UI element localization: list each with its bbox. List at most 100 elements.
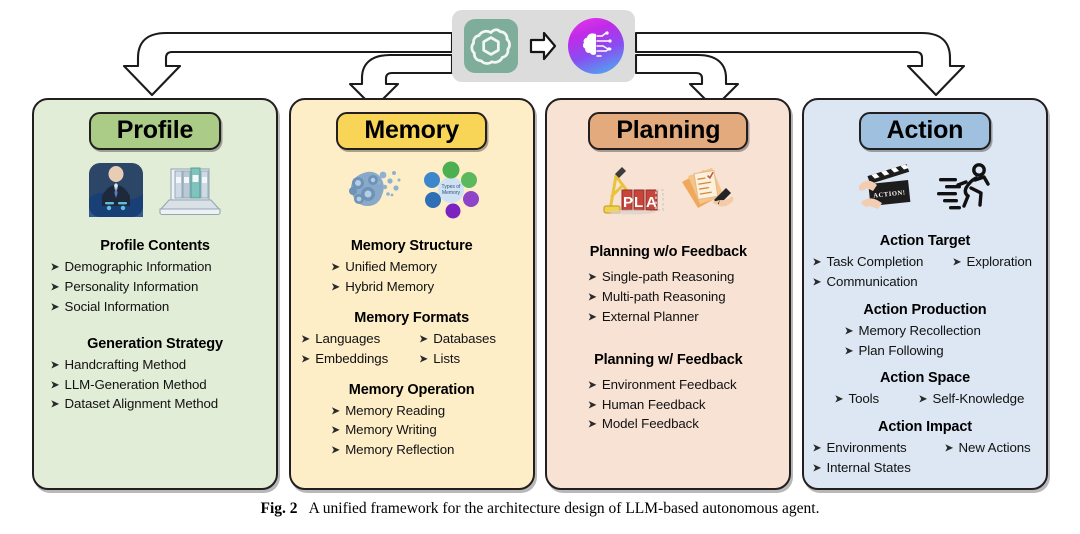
bullet-list: ➤ Single-path Reasoning ➤ Multi-path Rea… <box>553 268 783 327</box>
bullet-list: ➤ Environments ➤ New Actions ➤ Internal … <box>810 439 1040 478</box>
svg-text:L: L <box>634 194 643 211</box>
section-heading: Generation Strategy <box>87 335 223 352</box>
list-item[interactable]: ➤ Environments <box>812 439 930 458</box>
list-item[interactable]: ➤ Internal States <box>812 459 911 478</box>
panel-profile[interactable]: Profile Profile Contents ➤ Demographic I… <box>32 98 278 490</box>
list-item-label: New Actions <box>958 440 1031 456</box>
list-item[interactable]: ➤ Exploration <box>952 253 1032 272</box>
panel-body-planning: Planning w/o Feedback ➤ Single-path Reas… <box>553 231 783 478</box>
notes-writing-hand-icon <box>678 162 738 223</box>
section-action-space: Action Space ➤ Tools ➤ Self-Knowledge <box>810 363 1040 409</box>
list-item[interactable]: ➤ Personality Information <box>50 278 198 297</box>
list-item[interactable]: ➤ Task Completion <box>812 253 938 272</box>
list-item[interactable]: ➤ Memory Reading <box>330 402 446 421</box>
list-item[interactable]: ➤ Handcrafting Method <box>50 356 186 375</box>
chevron-right-icon: ➤ <box>50 379 60 391</box>
list-row: ➤ Languages ➤ Databases <box>301 330 496 349</box>
svg-text:Memory: Memory <box>442 190 461 196</box>
list-row: ➤ Embeddings ➤ Lists <box>301 350 460 369</box>
list-item[interactable]: ➤ Memory Reflection <box>331 441 455 460</box>
list-item[interactable]: ➤ LLM-Generation Method <box>50 376 207 395</box>
chevron-right-icon: ➤ <box>50 301 60 314</box>
figure-container: Profile Profile Contents ➤ Demographic I… <box>0 0 1080 534</box>
list-row: ➤ Internal States <box>812 459 911 478</box>
list-item-label: Demographic Information <box>64 259 212 274</box>
list-item[interactable]: ➤ Plan Following <box>844 342 944 361</box>
list-item-label: Lists <box>433 350 461 366</box>
chevron-right-icon: ➤ <box>811 276 822 289</box>
panel-memory[interactable]: Memory Types of Memory Memory Structure … <box>288 98 535 490</box>
panel-icons-action: ACTION! <box>810 159 1040 220</box>
chevron-right-icon: ➤ <box>50 281 60 294</box>
list-item[interactable]: ➤ Environment Feedback <box>587 376 736 395</box>
panel-icons-memory: Types of Memory <box>297 159 527 225</box>
chevron-right-icon: ➤ <box>330 281 341 294</box>
types-of-memory-diagram-icon: Types of Memory <box>419 160 483 225</box>
list-item-label: Task Completion <box>826 253 924 269</box>
chevron-right-icon: ➤ <box>330 444 341 457</box>
section-action-impact: Action Impact ➤ Environments ➤ New Actio… <box>810 412 1040 478</box>
list-item[interactable]: ➤ Model Feedback <box>587 415 699 434</box>
chevron-right-icon: ➤ <box>418 353 429 366</box>
section-heading: Planning w/o Feedback <box>589 244 747 260</box>
chevron-right-icon: ➤ <box>330 405 341 417</box>
section-memory-formats: Memory Formats ➤ Languages ➤ Databases ➤… <box>297 303 527 369</box>
figure-caption-text: A unified framework for the architecture… <box>308 500 820 517</box>
list-item[interactable]: ➤ Unified Memory <box>331 258 437 277</box>
panel-icons-planning: PLA <box>553 159 783 225</box>
list-item[interactable]: ➤ Human Feedback <box>587 396 705 415</box>
list-item[interactable]: ➤ Embeddings <box>301 350 405 369</box>
list-item[interactable]: ➤ Single-path Reasoning <box>587 268 734 287</box>
section-heading: Memory Structure <box>350 238 473 254</box>
list-item[interactable]: ➤ External Planner <box>587 308 698 327</box>
list-item[interactable]: ➤ Self-Knowledge <box>918 390 1024 409</box>
list-item[interactable]: ➤ Memory Recollection <box>844 322 981 341</box>
chevron-right-icon: ➤ <box>943 442 954 455</box>
list-item[interactable]: ➤ Demographic Information <box>50 258 212 277</box>
section-heading: Action Target <box>879 232 971 249</box>
panel-planning[interactable]: Planning P L A Planning w/o Feedback ➤ S… <box>545 98 792 490</box>
panel-action[interactable]: Action ACTION! Action Target ➤ Task Comp… <box>801 98 1048 490</box>
chevron-right-icon: ➤ <box>587 271 597 284</box>
list-row: ➤ Tools ➤ Self-Knowledge <box>834 390 1024 409</box>
list-item[interactable]: ➤ Databases <box>419 330 496 349</box>
bullet-list: ➤ Demographic Information ➤ Personality … <box>40 258 270 317</box>
bullet-list: ➤ Languages ➤ Databases ➤ Embeddings ➤ L… <box>297 330 527 369</box>
panel-icons-profile <box>40 159 270 225</box>
list-item[interactable]: ➤ Memory Writing <box>331 421 437 440</box>
list-item[interactable]: ➤ Lists <box>419 350 460 369</box>
list-item[interactable]: ➤ Hybrid Memory <box>331 278 434 297</box>
section-profile-contents: Profile Contents ➤ Demographic Informati… <box>40 231 270 317</box>
list-item[interactable]: ➤ Multi-path Reasoning <box>587 288 725 307</box>
chevron-right-icon: ➤ <box>587 291 597 304</box>
panel-title-profile: Profile <box>88 112 222 150</box>
chevron-right-icon: ➤ <box>843 325 854 338</box>
list-item[interactable]: ➤ Languages <box>301 330 405 349</box>
laptop-binders-icon <box>158 164 222 221</box>
list-item-label: Tools <box>848 391 880 407</box>
figure-caption-label: Fig. 2 <box>260 500 298 517</box>
section-planning-wo-feedback: Planning w/o Feedback ➤ Single-path Reas… <box>553 237 783 327</box>
chevron-right-icon: ➤ <box>418 333 429 346</box>
list-item[interactable]: ➤ Dataset Alignment Method <box>50 395 218 414</box>
list-item-label: Memory Reflection <box>345 442 455 458</box>
list-item-label: Self-Knowledge <box>932 391 1025 407</box>
list-item[interactable]: ➤ Communication <box>812 273 918 292</box>
openai-logo-icon <box>463 19 518 73</box>
section-action-target: Action Target ➤ Task Completion ➤ Explor… <box>810 226 1040 292</box>
list-item-label: Communication <box>826 273 918 289</box>
bullet-list: ➤ Tools ➤ Self-Knowledge <box>810 390 1040 409</box>
list-item-label: Internal States <box>826 460 911 476</box>
panel-body-profile: Profile Contents ➤ Demographic Informati… <box>40 231 270 478</box>
chevron-right-icon: ➤ <box>50 359 60 372</box>
bullet-list: ➤ Memory Recollection ➤ Plan Following <box>810 322 1040 361</box>
framework-panels: Profile Profile Contents ➤ Demographic I… <box>0 98 1080 490</box>
list-item[interactable]: ➤ New Actions <box>944 439 1031 458</box>
chevron-right-icon: ➤ <box>50 261 60 274</box>
list-item[interactable]: ➤ Social Information <box>50 298 169 317</box>
plan-blocks-crane-icon: PLA <box>598 162 665 223</box>
panel-title-memory: Memory <box>336 112 487 150</box>
brain-network-icon <box>341 161 405 224</box>
list-item-label: Single-path Reasoning <box>601 269 735 284</box>
list-item[interactable]: ➤ Tools <box>834 390 904 409</box>
